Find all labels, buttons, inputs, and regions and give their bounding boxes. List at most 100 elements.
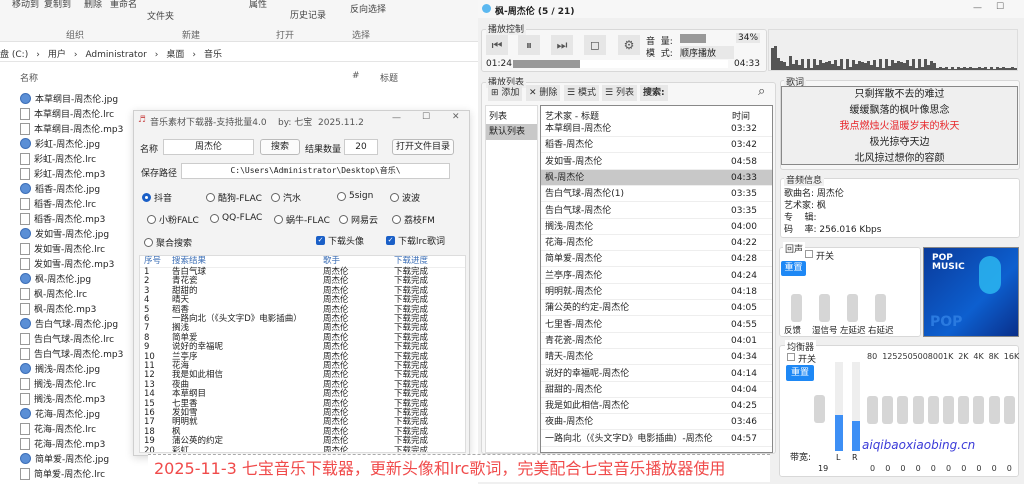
file-item[interactable]: 发如雪-周杰伦.mp3 <box>20 256 114 271</box>
copy-to-button[interactable]: 复制到 <box>44 0 71 10</box>
file-item[interactable]: 搁浅-周杰伦.jpg <box>20 361 100 376</box>
next-icon[interactable]: ⏭ <box>551 35 573 55</box>
reverb-slider[interactable] <box>847 294 858 322</box>
file-item[interactable]: 枫-周杰伦.jpg <box>20 271 91 286</box>
breadcrumb[interactable]: Administrator <box>85 50 146 60</box>
breadcrumb[interactable]: 音乐 <box>204 50 222 60</box>
reverb-reset-button[interactable]: 重置 <box>781 261 806 276</box>
file-item[interactable]: 搁浅-周杰伦.mp3 <box>20 391 105 406</box>
track-row[interactable]: 花海-周杰伦 04:22 <box>541 235 772 252</box>
close-icon[interactable]: ✕ <box>452 112 460 122</box>
track-row[interactable]: 一路向北（《头文字D》电影插曲）-周杰伦 04:57 <box>541 430 772 447</box>
file-item[interactable]: 彩虹-周杰伦.jpg <box>20 136 100 151</box>
eq-slider[interactable] <box>988 396 1000 424</box>
eq-reset-button[interactable]: 重置 <box>786 365 814 381</box>
track-row[interactable]: 搁浅-周杰伦 04:00 <box>541 218 772 235</box>
file-item[interactable]: 稻香-周杰伦.lrc <box>20 196 96 211</box>
move-to-button[interactable]: 移动到 <box>12 0 39 10</box>
file-item[interactable]: 搁浅-周杰伦.lrc <box>20 376 96 391</box>
track-row[interactable]: 青花瓷-周杰伦 04:01 <box>541 332 772 349</box>
save-path-input[interactable]: C:\Users\Administrator\Desktop\音乐\ <box>181 163 450 179</box>
eq-slider[interactable] <box>958 396 970 424</box>
source-radio[interactable]: 蜗牛-FLAC <box>274 213 330 226</box>
track-row[interactable]: 枫-周杰伦 04:33 <box>541 169 772 186</box>
add-button[interactable]: ⊞ 添加 <box>488 85 523 101</box>
new-folder-button[interactable]: 文件夹 <box>147 9 174 22</box>
source-radio[interactable]: 汽水 <box>271 191 301 204</box>
track-row[interactable]: 稻香-周杰伦 03:42 <box>541 137 772 154</box>
file-item[interactable]: 彩虹-周杰伦.lrc <box>20 151 96 166</box>
settings-gear-icon[interactable]: ⚙ <box>618 35 640 55</box>
download-lrc-checkbox[interactable]: ✓ 下载lrc歌词 <box>386 234 445 247</box>
track-row[interactable]: 本草纲目-周杰伦 03:32 <box>541 121 772 137</box>
reverb-slider[interactable] <box>875 294 886 322</box>
track-row[interactable]: 蒲公英的约定-周杰伦 04:05 <box>541 300 772 317</box>
source-radio[interactable]: 抖音 <box>142 191 172 204</box>
source-radio[interactable]: 小粉FALC <box>147 213 199 226</box>
eq-slider[interactable] <box>867 396 878 424</box>
file-item[interactable]: 稻香-周杰伦.mp3 <box>20 211 105 226</box>
properties-button[interactable]: 属性 <box>249 0 267 10</box>
source-radio[interactable]: 波波 <box>390 191 420 204</box>
eq-slider[interactable] <box>1003 396 1015 424</box>
track-row[interactable]: 发如雪-周杰伦 04:58 <box>541 153 772 170</box>
table-row[interactable]: 20 彩虹 周杰伦 下载完成 <box>140 446 465 452</box>
column-name[interactable]: 名称 <box>20 71 38 84</box>
count-input[interactable]: 20 <box>344 139 378 155</box>
delete-button[interactable]: 删除 <box>84 0 102 10</box>
file-item[interactable]: 告白气球-周杰伦.lrc <box>20 331 114 346</box>
file-item[interactable]: 本草纲目-周杰伦.mp3 <box>20 121 123 136</box>
eq-slider[interactable] <box>912 396 924 424</box>
reverb-switch-checkbox[interactable] <box>805 250 813 258</box>
reverb-slider[interactable] <box>791 294 802 322</box>
file-item[interactable]: 花海-周杰伦.lrc <box>20 421 96 436</box>
maximize-icon[interactable]: ☐ <box>996 2 1004 12</box>
open-directory-button[interactable]: 打开文件目录 <box>392 139 454 155</box>
track-row[interactable]: 说好的幸福呢-周杰伦 04:14 <box>541 365 772 382</box>
file-item[interactable]: 简单爱-周杰伦.jpg <box>20 451 109 466</box>
track-row[interactable]: 告白气球-周杰伦(1) 03:35 <box>541 186 772 203</box>
play-mode[interactable]: 顺序播放 <box>680 46 734 59</box>
file-item[interactable]: 发如雪-周杰伦.lrc <box>20 241 105 256</box>
search-button[interactable]: 搜索 <box>260 139 300 155</box>
search-icon[interactable]: ⌕ <box>758 84 765 99</box>
minimize-icon[interactable]: — <box>392 113 401 123</box>
delete-button[interactable]: ✕ 删除 <box>526 85 561 101</box>
source-radio[interactable]: 酷狗-FLAC <box>206 191 262 204</box>
file-item[interactable]: 花海-周杰伦.jpg <box>20 406 100 421</box>
file-item[interactable]: 稻香-周杰伦.jpg <box>20 181 100 196</box>
volume-slider[interactable] <box>680 34 706 43</box>
stop-icon[interactable]: ◻ <box>584 35 606 55</box>
maximize-icon[interactable]: ☐ <box>422 112 430 122</box>
minimize-icon[interactable]: — <box>973 3 982 13</box>
track-row[interactable]: 明明就-周杰伦 04:18 <box>541 284 772 300</box>
list-item-default[interactable]: 默认列表 <box>486 124 537 140</box>
invert-selection-button[interactable]: 反向选择 <box>350 2 386 15</box>
progress-bar[interactable] <box>513 60 728 68</box>
breadcrumb[interactable]: 用户 <box>48 50 66 60</box>
eq-switch-checkbox[interactable] <box>787 353 795 361</box>
history-button[interactable]: 历史记录 <box>290 8 326 21</box>
track-row[interactable]: 兰亭序-周杰伦 04:24 <box>541 267 772 284</box>
address-bar[interactable]: 盘 (C:) › 用户 › Administrator › 桌面 › 音乐 <box>0 44 478 62</box>
column-number[interactable]: # <box>352 71 360 81</box>
breadcrumb[interactable]: 盘 (C:) <box>0 50 28 60</box>
reverb-slider[interactable] <box>819 294 830 322</box>
name-input[interactable]: 周杰伦 <box>163 139 254 155</box>
file-item[interactable]: 告白气球-周杰伦.jpg <box>20 316 118 331</box>
file-item[interactable]: 本草纲目-周杰伦.lrc <box>20 106 114 121</box>
eq-slider[interactable] <box>927 396 939 424</box>
file-item[interactable]: 彩虹-周杰伦.mp3 <box>20 166 105 181</box>
bandwidth-slider[interactable] <box>814 395 825 423</box>
file-item[interactable]: 发如雪-周杰伦.jpg <box>20 226 109 241</box>
eq-slider[interactable] <box>943 396 954 424</box>
file-item[interactable]: 花海-周杰伦.mp3 <box>20 436 105 451</box>
file-item[interactable]: 告白气球-周杰伦.mp3 <box>20 346 123 361</box>
mode-button[interactable]: ☰ 模式 <box>564 85 599 101</box>
file-item[interactable]: 枫-周杰伦.mp3 <box>20 301 96 316</box>
track-row[interactable]: 甜甜的-周杰伦 04:04 <box>541 381 772 398</box>
eq-slider[interactable] <box>973 396 985 424</box>
track-row[interactable]: 七里香-周杰伦 04:55 <box>541 316 772 333</box>
eq-slider[interactable] <box>882 396 894 424</box>
column-title[interactable]: 标题 <box>380 71 398 84</box>
